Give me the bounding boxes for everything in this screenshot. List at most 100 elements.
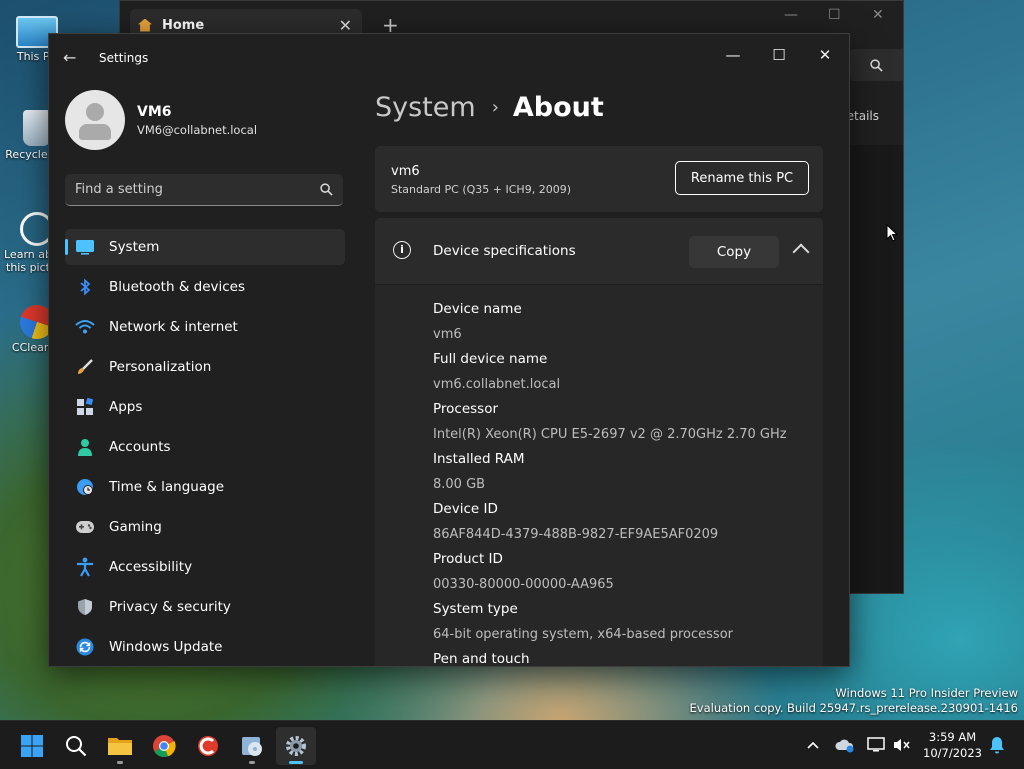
person-icon — [75, 437, 95, 457]
cloud-icon — [835, 739, 854, 753]
device-specifications-title: Device specifications — [433, 243, 576, 259]
breadcrumb: System › About — [375, 92, 604, 123]
sidebar-item-label: System — [109, 239, 160, 255]
pc-model: Standard PC (Q35 + ICH9, 2009) — [391, 183, 571, 196]
minimize-button[interactable]: — — [784, 7, 798, 23]
monitor-network-icon — [867, 737, 885, 752]
sidebar-item-network[interactable]: Network & internet — [65, 309, 345, 345]
folder-icon — [108, 738, 132, 755]
sidebar-item-label: Accessibility — [109, 559, 193, 575]
sidebar-item-label: Windows Update — [109, 639, 223, 655]
sidebar-item-system[interactable]: System — [65, 229, 345, 265]
wifi-icon — [75, 317, 95, 337]
taskbar-settings[interactable] — [276, 727, 316, 765]
sidebar-item-personalization[interactable]: Personalization — [65, 349, 345, 385]
find-setting-search[interactable] — [65, 174, 343, 206]
spec-value: 86AF844D-4379-488B-9827-EF9AE5AF0209 — [433, 527, 719, 542]
brush-icon — [75, 357, 95, 377]
sidebar-item-windows-update[interactable]: Windows Update — [65, 629, 345, 665]
taskbar-file-explorer[interactable] — [100, 727, 140, 765]
maximize-button[interactable]: ☐ — [757, 40, 801, 70]
page-title: About — [512, 92, 604, 123]
taskbar-media-tool[interactable] — [232, 727, 272, 765]
bluetooth-icon — [75, 277, 95, 297]
network-tray[interactable] — [866, 735, 886, 755]
volume-tray[interactable] — [892, 735, 912, 755]
spec-value: Intel(R) Xeon(R) CPU E5-2697 v2 @ 2.70GH… — [433, 427, 787, 442]
sidebar-item-label: Bluetooth & devices — [109, 279, 246, 295]
recycle-bin-icon — [23, 110, 51, 146]
sidebar-item-label: Personalization — [109, 359, 212, 375]
breadcrumb-separator-icon: › — [491, 97, 499, 118]
sidebar-item-gaming[interactable]: Gaming — [65, 509, 345, 545]
spec-label: Product ID — [433, 551, 503, 567]
sidebar-item-accounts[interactable]: Accounts — [65, 429, 345, 465]
mouse-cursor-icon — [886, 224, 898, 242]
back-arrow-icon[interactable]: ← — [63, 48, 76, 67]
sidebar-nav: System Bluetooth & devices Network & int… — [65, 229, 345, 666]
sidebar-item-bluetooth[interactable]: Bluetooth & devices — [65, 269, 345, 305]
device-specifications-header[interactable]: i Device specifications Copy — [375, 218, 823, 285]
taskbar-ccleaner[interactable] — [188, 727, 228, 765]
bell-icon — [990, 737, 1004, 754]
minimize-button[interactable]: — — [711, 40, 755, 70]
clock-date: 10/7/2023 — [923, 746, 982, 760]
chrome-icon — [153, 735, 176, 758]
watermark-line: Evaluation copy. Build 25947.rs_prerelea… — [689, 701, 1018, 715]
search-icon — [66, 736, 87, 757]
show-hidden-icons-button[interactable] — [803, 735, 823, 755]
spec-value: vm6.collabnet.local — [433, 377, 561, 392]
user-profile[interactable]: VM6 VM6@collabnet.local — [65, 90, 257, 150]
user-name: VM6 — [137, 103, 172, 120]
close-button[interactable]: ✕ — [872, 7, 884, 23]
explorer-details-pane — [849, 145, 903, 593]
spec-value: 64-bit operating system, x64-based proce… — [433, 627, 733, 642]
close-button[interactable]: ✕ — [803, 40, 847, 70]
watermark-line: Windows 11 Pro Insider Preview — [835, 686, 1018, 700]
shield-icon — [75, 597, 95, 617]
ccleaner-icon — [198, 736, 218, 756]
sidebar-item-time-language[interactable]: Time & language — [65, 469, 345, 505]
volume-muted-icon — [894, 739, 910, 751]
info-icon: i — [393, 241, 411, 259]
accessibility-icon — [75, 557, 95, 577]
search-input[interactable] — [65, 181, 315, 198]
pc-name: vm6 — [391, 164, 420, 179]
avatar[interactable] — [65, 90, 125, 150]
start-button[interactable] — [12, 727, 52, 765]
system-clock[interactable]: 3:59 AM 10/7/2023 — [923, 729, 982, 761]
title-bar[interactable]: ← Settings — ☐ ✕ — [49, 34, 849, 82]
pc-name-card: vm6 Standard PC (Q35 + ICH9, 2009) Renam… — [375, 146, 823, 212]
user-email: VM6@collabnet.local — [137, 122, 258, 137]
spec-value: 00330-80000-00000-AA965 — [433, 577, 614, 592]
notifications-button[interactable] — [987, 735, 1007, 755]
search-icon[interactable] — [315, 183, 337, 196]
taskbar-chrome[interactable] — [144, 727, 184, 765]
close-tab-icon[interactable]: ✕ — [339, 16, 352, 35]
sidebar-item-label: Accounts — [109, 439, 171, 455]
sidebar-item-accessibility[interactable]: Accessibility — [65, 549, 345, 585]
clock-time: 3:59 AM — [928, 730, 977, 744]
gamepad-icon — [75, 517, 95, 537]
device-specifications-card: i Device specifications Copy Device name… — [375, 218, 823, 666]
sidebar-item-apps[interactable]: Apps — [65, 389, 345, 425]
chevron-up-icon[interactable] — [792, 243, 810, 261]
build-watermark: Windows 11 Pro Insider Preview Evaluatio… — [690, 686, 1018, 716]
sidebar-item-label: Gaming — [109, 519, 162, 535]
media-tool-icon — [242, 737, 262, 756]
globe-clock-icon — [75, 477, 95, 497]
rename-pc-button[interactable]: Rename this PC — [675, 161, 809, 195]
app-title: Settings — [99, 51, 149, 65]
spec-list: Device name vm6 Full device name vm6.col… — [375, 285, 823, 666]
taskbar-search-button[interactable] — [56, 727, 96, 765]
settings-window[interactable]: ← Settings — ☐ ✕ VM6 VM6@collabnet.local… — [48, 33, 850, 667]
copy-button[interactable]: Copy — [689, 236, 779, 268]
maximize-button[interactable]: ☐ — [828, 7, 841, 23]
spec-label: Installed RAM — [433, 451, 525, 467]
sidebar-item-label: Apps — [109, 399, 143, 415]
explorer-search-button[interactable] — [850, 49, 903, 81]
onedrive-tray[interactable] — [835, 735, 855, 755]
sidebar-item-privacy[interactable]: Privacy & security — [65, 589, 345, 625]
spec-value: 8.00 GB — [433, 477, 486, 492]
breadcrumb-parent[interactable]: System — [375, 92, 476, 123]
